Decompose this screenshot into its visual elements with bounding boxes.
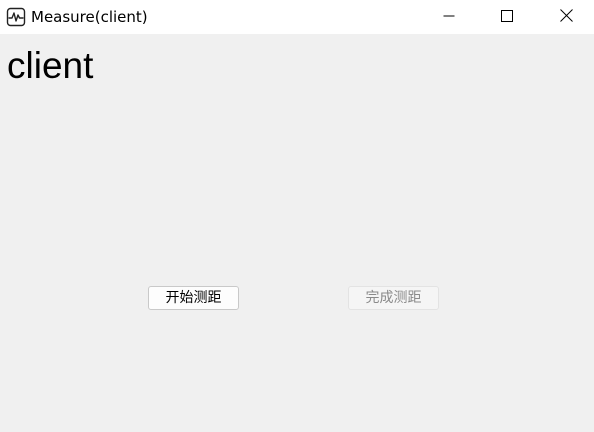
close-button[interactable] bbox=[537, 0, 594, 32]
minimize-icon bbox=[443, 7, 455, 26]
client-area: client 开始测距 完成测距 bbox=[0, 34, 594, 432]
app-window: Measure(client) client 开始测距 完成测距 bbox=[0, 0, 594, 432]
start-measure-button[interactable]: 开始测距 bbox=[148, 286, 239, 310]
maximize-button[interactable] bbox=[478, 0, 536, 32]
title-bar[interactable]: Measure(client) bbox=[0, 0, 594, 34]
client-heading: client bbox=[7, 45, 94, 86]
close-icon bbox=[559, 7, 573, 26]
window-title: Measure(client) bbox=[31, 8, 148, 26]
minimize-button[interactable] bbox=[420, 0, 478, 32]
finish-measure-button[interactable]: 完成测距 bbox=[348, 286, 439, 310]
maximize-icon bbox=[501, 7, 513, 26]
waveform-icon bbox=[6, 7, 26, 27]
